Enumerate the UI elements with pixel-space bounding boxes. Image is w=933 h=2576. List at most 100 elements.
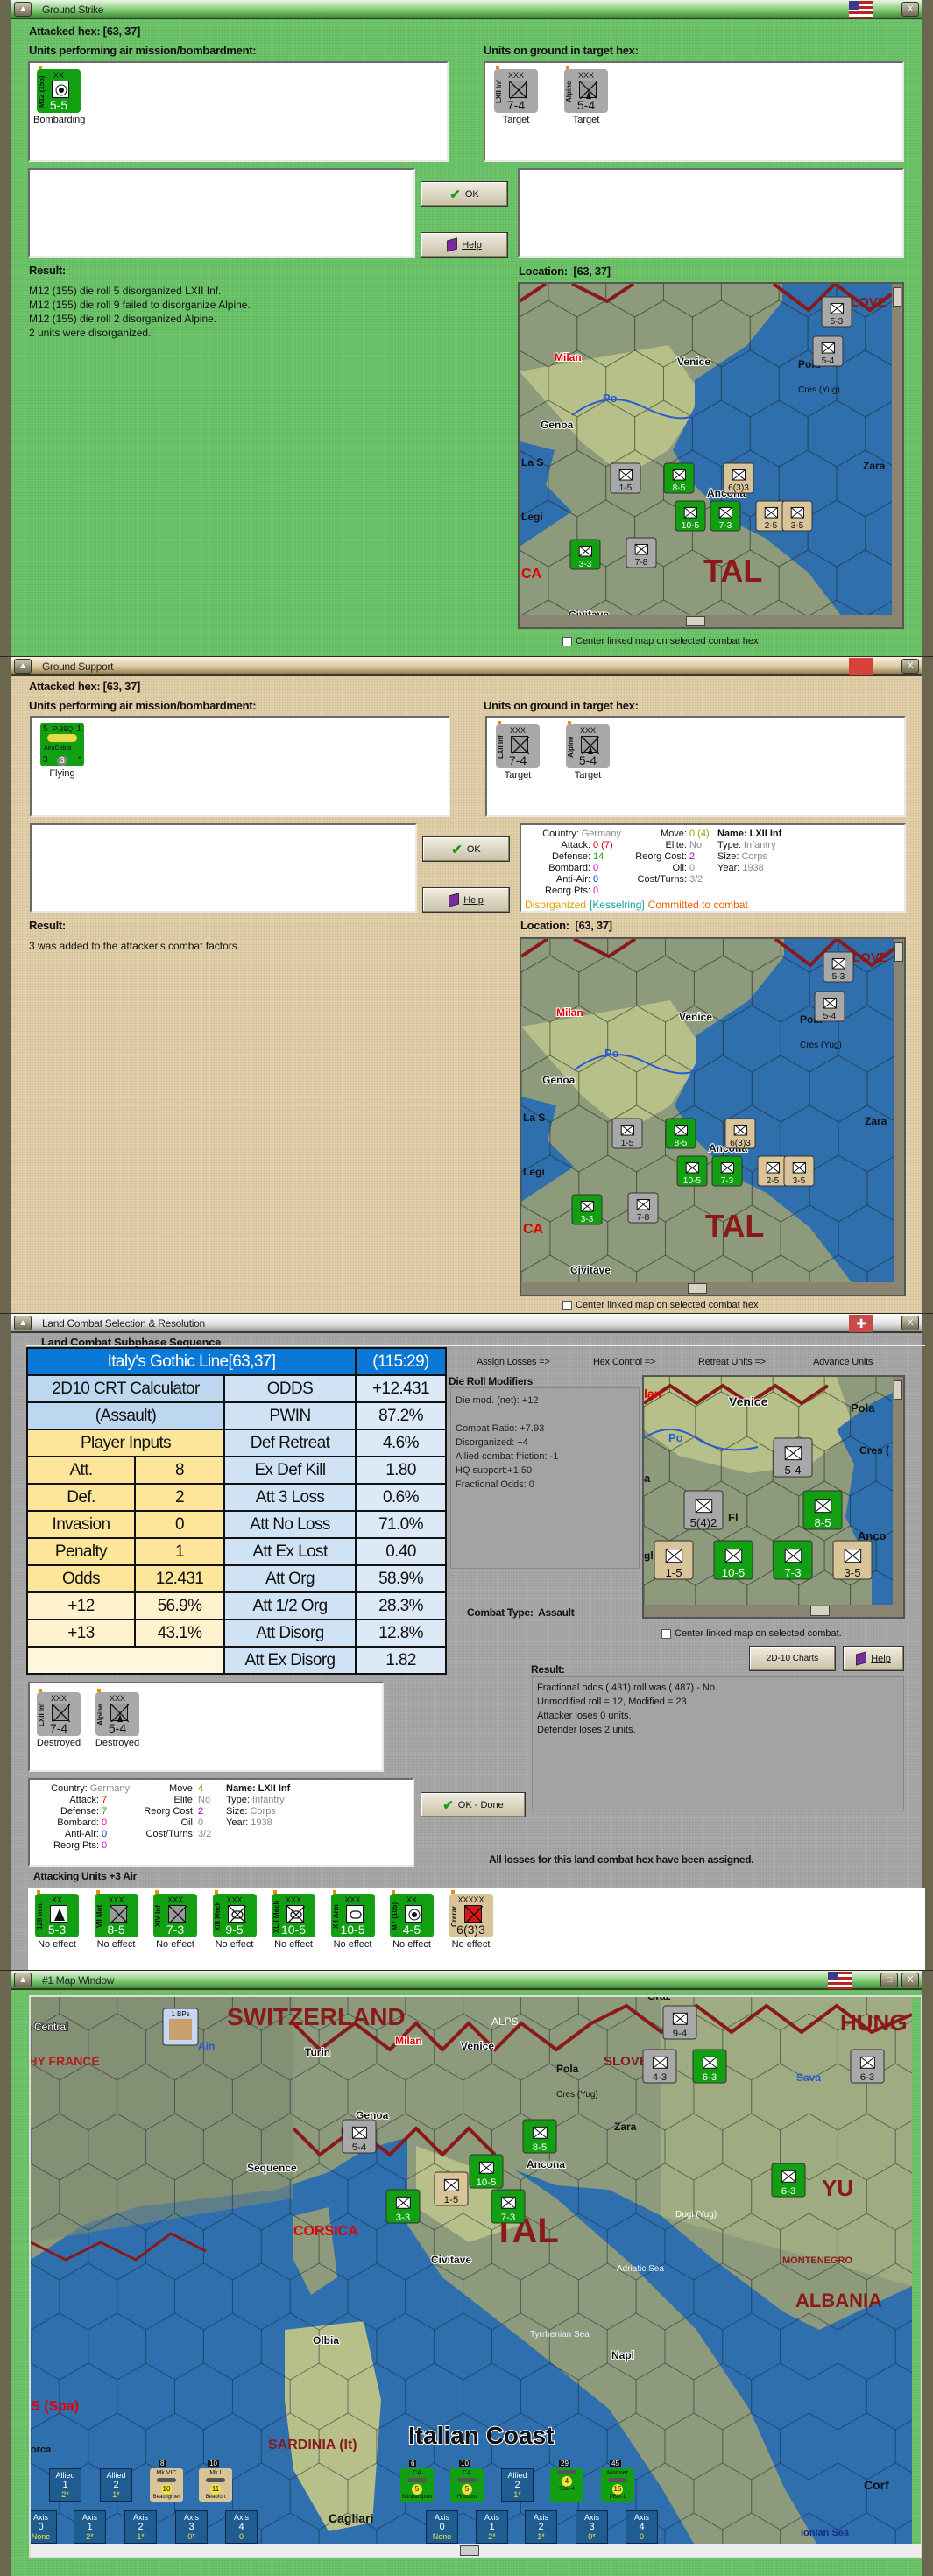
axis-air-box[interactable]: Axis 3 0* xyxy=(175,2510,208,2544)
input-value[interactable]: 8 xyxy=(134,1456,225,1485)
map-unit-counter[interactable]: 7-3 xyxy=(710,500,741,532)
map-horizontal-scrollbar[interactable] xyxy=(31,2544,921,2557)
close-button[interactable]: X xyxy=(901,1973,919,1987)
allied-air-box[interactable]: Allied 2 1* xyxy=(501,2468,534,2502)
input-value[interactable]: 1 xyxy=(134,1537,225,1566)
air-units-list[interactable]: 5 P-39Q 1 AiraCobra 3 3 * Flying xyxy=(30,716,450,817)
map-unit-counter[interactable]: 9-4 xyxy=(662,2005,697,2040)
center-map-checkbox[interactable]: Center linked map on selected combat hex xyxy=(562,636,759,646)
map-unit-counter[interactable]: 5(4)2 xyxy=(683,1490,724,1530)
subphase-step[interactable]: Retreat Units => xyxy=(698,1357,766,1367)
air-unit-counter[interactable]: 10 CA 5 Houston xyxy=(450,2460,484,2502)
map-unit-counter[interactable]: 10-5 xyxy=(675,500,706,532)
checkbox[interactable] xyxy=(562,1300,572,1310)
map-horizontal-scrollbar[interactable] xyxy=(521,1282,904,1295)
allied-air-box[interactable]: Allied 2 1* xyxy=(100,2468,132,2502)
help-button[interactable]: Help xyxy=(422,887,510,913)
allied-air-box[interactable]: Allied 1 2* xyxy=(49,2468,81,2502)
unit-counter[interactable]: XXX LXII Inf 7-4 Destroyed xyxy=(33,1689,84,1748)
map-vertical-scrollbar[interactable] xyxy=(892,284,902,615)
map-unit-counter[interactable]: 5-3 xyxy=(823,951,854,983)
minimize-button[interactable]: ▲ xyxy=(14,1973,32,1987)
map-unit-counter[interactable]: 5-4 xyxy=(342,2119,377,2154)
attacking-units-list[interactable]: XX 128 mm 5-3 No effect XXX VII Mot 8-5 No effe… xyxy=(28,1888,925,1973)
map-vertical-scrollbar[interactable] xyxy=(894,939,904,1282)
unit-counter[interactable]: XXX LXII Inf 7-4 Target xyxy=(492,721,543,780)
map-unit-counter[interactable]: 2-5 xyxy=(757,1155,788,1187)
title-bar[interactable]: Ground Support ▲ X xyxy=(11,657,922,676)
unit-counter[interactable]: XXX LXII Inf 7-4 Target xyxy=(491,66,541,125)
axis-air-box[interactable]: Axis 2 1* xyxy=(124,2510,157,2544)
air-units-list[interactable]: XX M12 (155) 5-5 Bombarding xyxy=(28,61,449,162)
map-unit-counter[interactable]: 8-5 xyxy=(665,1118,696,1149)
map-unit-counter[interactable]: 7-8 xyxy=(626,537,657,568)
help-button[interactable]: Help xyxy=(421,232,508,258)
map-unit-counter[interactable]: 2-5 xyxy=(755,500,787,532)
minimize-button[interactable]: ▲ xyxy=(14,2,32,17)
checkbox[interactable] xyxy=(661,1628,671,1639)
unit-counter[interactable]: XXX Alpine 5-4 Target xyxy=(561,66,611,125)
center-map-checkbox[interactable]: Center linked map on selected combat. xyxy=(661,1628,842,1639)
map-horizontal-scrollbar[interactable] xyxy=(644,1605,903,1617)
map-unit-counter[interactable]: 7-3 xyxy=(711,1155,743,1187)
map-unit-counter[interactable]: 10-5 xyxy=(713,1540,753,1580)
input-value[interactable]: 2 xyxy=(134,1483,225,1512)
axis-air-box[interactable]: Axis 0 None xyxy=(426,2510,458,2544)
input-value[interactable]: 0 xyxy=(134,1510,225,1539)
map-unit-counter[interactable]: 6-3 xyxy=(850,2049,885,2084)
ok-button[interactable]: ✔ OK xyxy=(421,181,508,207)
close-button[interactable]: X xyxy=(901,1316,919,1330)
map-unit-counter[interactable]: 3-5 xyxy=(781,500,813,532)
map-unit-counter[interactable]: 4-3 xyxy=(642,2049,677,2084)
map-unit-counter[interactable]: 6-3 xyxy=(692,2049,727,2084)
map-unit-counter[interactable]: 6-3 xyxy=(771,2163,806,2198)
main-map[interactable]: SWITZERLAND Massif Central VICHY FRANCE ALP… xyxy=(29,1995,922,2558)
map-unit-counter[interactable]: 7-8 xyxy=(627,1192,659,1224)
unit-counter[interactable]: XX M12 (155) 5-5 Bombarding xyxy=(33,66,85,125)
map-unit-counter[interactable]: 3-3 xyxy=(569,539,601,570)
unit-counter[interactable]: XXXXX Crerar 6(3)3 No effect xyxy=(446,1890,497,1950)
minimize-button[interactable]: ▲ xyxy=(14,659,32,674)
unit-counter[interactable]: XX M7 (105) 4-5 No effect xyxy=(386,1890,437,1950)
air-unit-counter[interactable]: 45 Mariner 15 PBM-1 xyxy=(601,2460,634,2502)
close-button[interactable]: X xyxy=(901,659,919,674)
map-unit-counter[interactable]: 3-3 xyxy=(571,1194,603,1225)
ok-button[interactable]: ✔ OK xyxy=(422,836,510,862)
map-horizontal-scrollbar[interactable] xyxy=(520,615,902,627)
map-unit-counter[interactable]: 5-4 xyxy=(773,1437,813,1478)
air-unit-counter[interactable]: 10 Mk.I 11 Beaufort xyxy=(199,2460,232,2502)
axis-air-box[interactable]: Axis 4 0 xyxy=(225,2510,258,2544)
title-bar[interactable]: Land Combat Selection & Resolution ▲ ✚ X xyxy=(11,1314,922,1333)
map-unit-counter[interactable]: 5-4 xyxy=(814,991,845,1022)
title-bar[interactable]: #1 Map Window ▲ □ X xyxy=(11,1971,922,1990)
map-unit-counter[interactable]: 3-5 xyxy=(783,1155,815,1187)
subphase-step[interactable]: Assign Losses => xyxy=(477,1357,550,1367)
map-unit-counter[interactable]: 1-5 xyxy=(610,462,641,494)
map-unit-counter[interactable]: 7-3 xyxy=(773,1540,813,1580)
unit-counter[interactable]: XXX Alpine 5-4 Destroyed xyxy=(92,1689,143,1748)
ground-units-list[interactable]: XXX LXII Inf 7-4 Target XXX Alpine 5-4 Target xyxy=(484,61,904,162)
minimize-button[interactable]: ▲ xyxy=(14,1316,32,1330)
map-unit-counter[interactable]: 6(3)3 xyxy=(724,1118,756,1149)
map-unit-counter[interactable]: 10-5 xyxy=(676,1155,708,1187)
air-unit-counter[interactable]: 8 Mk.VIC 10 Beaufighter xyxy=(150,2460,183,2502)
subphase-step[interactable]: Hex Control => xyxy=(593,1357,655,1367)
map-unit-counter[interactable]: 1-5 xyxy=(434,2171,469,2206)
map-unit-counter[interactable]: 1-5 xyxy=(654,1540,694,1580)
axis-air-box[interactable]: Axis 3 0* xyxy=(576,2510,608,2544)
air-unit-counter[interactable]: 6 CA 5 Northampton xyxy=(400,2460,434,2502)
map-unit-counter[interactable]: 3-5 xyxy=(832,1540,873,1580)
map-unit-counter[interactable]: 8-5 xyxy=(802,1490,843,1530)
unit-counter[interactable]: XXX Alpine 5-4 Target xyxy=(562,721,613,780)
axis-air-box[interactable]: Axis 2 1* xyxy=(525,2510,557,2544)
input-value[interactable]: 12.431 xyxy=(134,1564,225,1593)
unit-counter[interactable]: XXX XII Arm 10-5 No effect xyxy=(328,1890,378,1950)
combat-map[interactable]: lan Venice Pola Po Cres (a Fl Anco gl 5-4 5(4)2 8-… xyxy=(642,1375,905,1619)
map-vertical-scrollbar[interactable] xyxy=(893,1377,903,1605)
unit-counter[interactable]: XXX XIV Inf 7-3 No effect xyxy=(150,1890,201,1950)
title-bar[interactable]: Ground Strike ▲ X xyxy=(11,0,922,19)
ok-done-button[interactable]: ✔ OK - Done xyxy=(421,1792,526,1817)
location-map[interactable]: Milan Venice Pola SLOVE Cres (Yug) Po Genoa La … xyxy=(520,937,906,1296)
crt-charts-button[interactable]: 2D-10 Charts xyxy=(749,1646,836,1671)
center-map-checkbox[interactable]: Center linked map on selected combat hex xyxy=(562,1300,759,1310)
